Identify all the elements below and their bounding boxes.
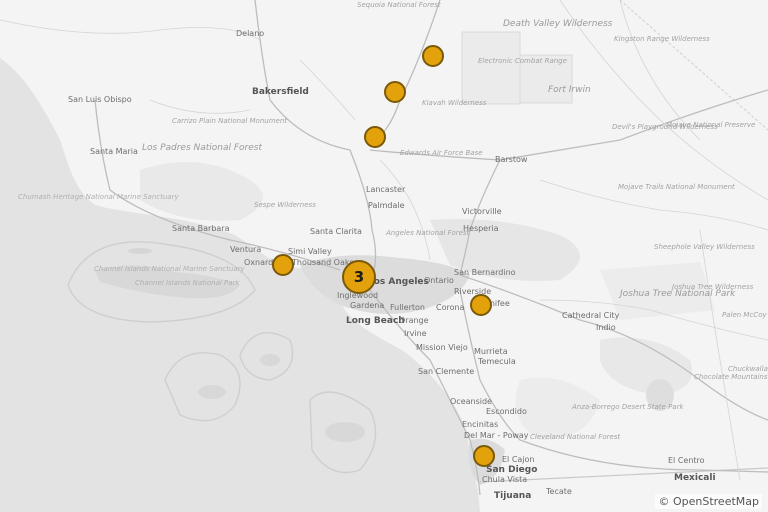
map-attribution[interactable]: © OpenStreetMap — [655, 494, 762, 509]
place-label-carrizo-plain: Carrizo Plain National Monument — [172, 117, 288, 125]
cluster-marker[interactable]: 3 — [342, 260, 376, 294]
place-label-santa-maria: Santa Maria — [90, 147, 138, 156]
place-label-gardena: Gardena — [350, 301, 385, 310]
place-label-los-padres: Los Padres National Forest — [142, 143, 263, 153]
place-label-encinitas: Encinitas — [462, 420, 499, 429]
place-label-san-diego: San Diego — [486, 465, 538, 475]
place-label-sespe: Sespe Wilderness — [254, 201, 316, 209]
place-label-death-valley: Death Valley Wilderness — [503, 19, 613, 29]
place-label-kiavah: Kiavah Wilderness — [422, 99, 487, 107]
cluster-count: 3 — [353, 268, 365, 286]
place-label-chuckwalla: Chuckwalla National Monument — [728, 365, 768, 373]
place-label-oceanside: Oceanside — [450, 397, 492, 406]
place-label-san-bernardino: San Bernardino — [454, 268, 516, 277]
place-label-escondido: Escondido — [486, 407, 527, 416]
location-marker[interactable] — [473, 445, 495, 467]
place-label-chumash: Chumash Heritage National Marine Sanctua… — [18, 193, 179, 201]
location-marker[interactable] — [272, 254, 294, 276]
place-label-channel-np: Channel Islands National Park — [135, 279, 240, 287]
place-label-san-luis-obispo: San Luis Obispo — [68, 95, 132, 104]
place-label-los-angeles: Los Angeles — [368, 277, 429, 287]
place-label-mexicali: Mexicali — [674, 473, 716, 483]
place-label-el-centro: El Centro — [668, 456, 705, 465]
place-label-irvine: Irvine — [404, 329, 427, 338]
place-label-delano: Delano — [236, 29, 265, 38]
place-label-hesperia: Hesperia — [463, 224, 499, 233]
place-label-angeles-nf: Angeles National Forest — [386, 229, 470, 237]
location-marker[interactable] — [470, 294, 492, 316]
place-label-orange: Orange — [399, 316, 429, 325]
place-label-mojave-trails: Mojave Trails National Monument — [618, 183, 735, 191]
place-label-indio: Indio — [596, 323, 616, 332]
place-label-ventura: Ventura — [230, 245, 262, 254]
place-label-fort-irwin: Fort Irwin — [548, 85, 591, 95]
map-canvas[interactable]: Sequoia National Forest Delano Death Valle… — [0, 0, 768, 512]
place-label-channel-islands: Channel Islands National Marine Sanctuar… — [94, 265, 245, 273]
location-marker[interactable] — [422, 45, 444, 67]
location-marker[interactable] — [364, 126, 386, 148]
place-label-barstow: Barstow — [495, 155, 528, 164]
place-label-san-clemente: San Clemente — [418, 367, 475, 376]
place-label-lancaster: Lancaster — [366, 185, 406, 194]
place-label-anza-borrego: Anza-Borrego Desert State Park — [572, 403, 684, 411]
place-label-kingston-range: Kingston Range Wilderness — [614, 35, 710, 43]
place-label-santa-clarita: Santa Clarita — [310, 227, 362, 236]
place-label-joshua-tree-wild: Joshua Tree Wilderness — [672, 283, 754, 291]
place-label-chocolate-mts: Chocolate Mountains Gunnery Range — [694, 373, 768, 381]
place-label-simi-valley: Simi Valley — [288, 247, 332, 256]
place-label-mojave-np: Mojave National Preserve — [666, 121, 756, 129]
place-label-victorville: Victorville — [462, 207, 502, 216]
place-label-tijuana: Tijuana — [494, 491, 532, 501]
place-label-tecate: Tecate — [546, 487, 572, 496]
place-label-el-cajon: El Cajon — [502, 455, 535, 464]
place-label-sequoia-nf: Sequoia National Forest — [357, 1, 441, 9]
place-label-chula-vista: Chula Vista — [482, 475, 528, 484]
place-label-edwards-afb: Edwards Air Force Base — [400, 149, 483, 157]
place-label-cleveland-nf: Cleveland National Forest — [530, 433, 621, 441]
place-label-joshua-tree-np: Joshua Tree National Park — [620, 289, 736, 299]
place-label-temecula: Temecula — [478, 357, 516, 366]
place-label-sheephole: Sheephole Valley Wilderness — [654, 243, 755, 251]
place-label-long-beach: Long Beach — [346, 316, 405, 326]
place-label-murrieta: Murrieta — [474, 347, 508, 356]
basemap — [0, 0, 768, 512]
place-label-oxnard: Oxnard — [244, 258, 274, 267]
place-label-santa-barbara: Santa Barbara — [172, 224, 230, 233]
place-label-cathedral-city: Cathedral City — [562, 311, 620, 320]
place-label-bakersfield: Bakersfield — [252, 87, 309, 97]
place-label-electronic-combat: Electronic Combat Range — [478, 57, 567, 65]
place-label-mission-viejo: Mission Viejo — [416, 343, 468, 352]
place-label-palen-mccoy: Palen McCoy Wilderness — [722, 311, 768, 319]
place-label-fullerton: Fullerton — [390, 303, 425, 312]
place-label-ontario: Ontario — [424, 276, 454, 285]
place-label-palmdale: Palmdale — [368, 201, 405, 210]
place-label-poway: Del Mar - Poway — [464, 431, 529, 440]
location-marker[interactable] — [384, 81, 406, 103]
place-label-corona: Corona — [436, 303, 465, 312]
